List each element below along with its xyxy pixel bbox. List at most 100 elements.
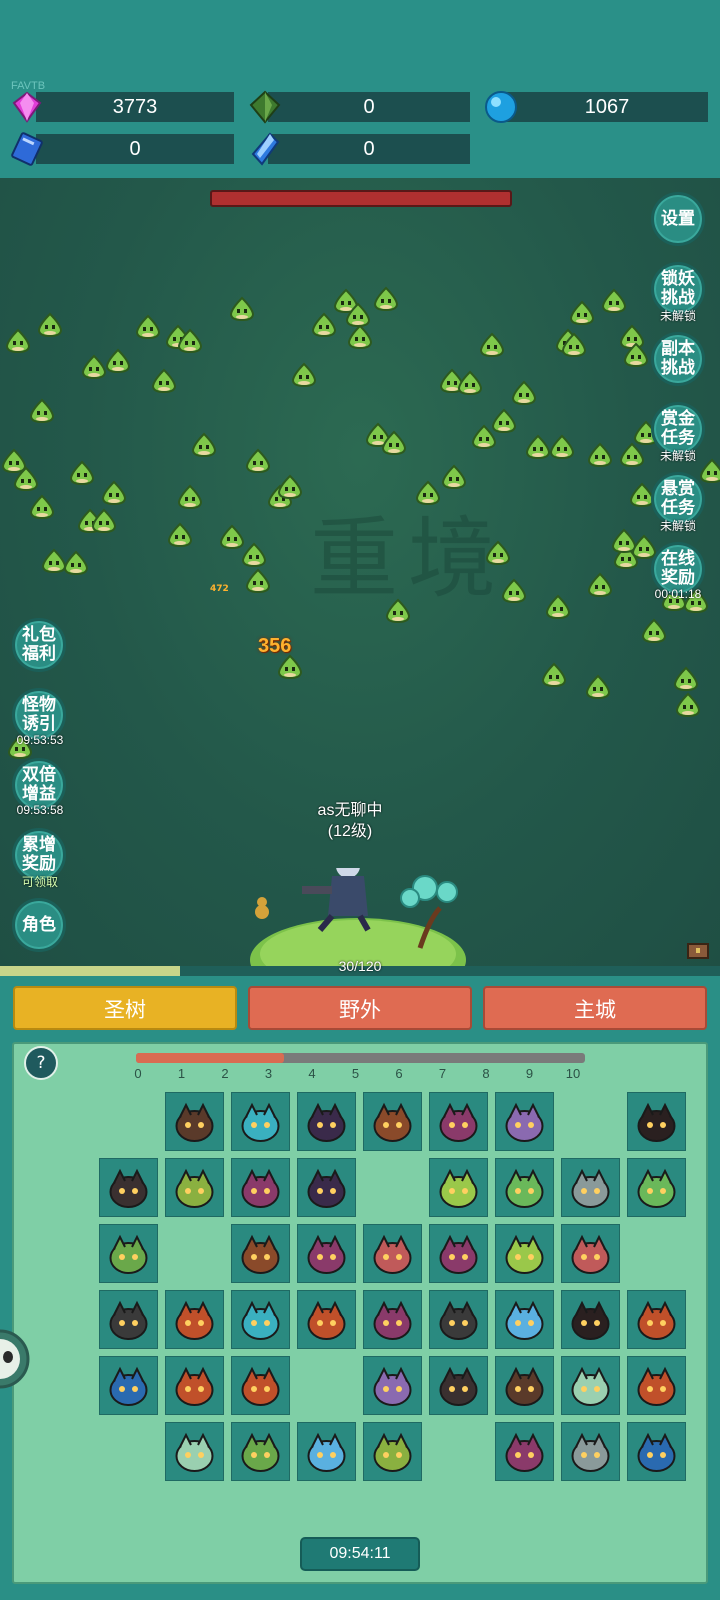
leaf-bug-monster-icon (505, 1234, 544, 1274)
character-button[interactable]: 角色 (12, 898, 66, 952)
monster-slot[interactable] (165, 1158, 224, 1217)
green-slime-enemy (69, 460, 95, 486)
monster-slot[interactable] (429, 1092, 488, 1151)
monster-slot[interactable] (231, 1422, 290, 1481)
horned-blue-monster-icon (241, 1102, 280, 1142)
green-spike-monster-icon (373, 1432, 412, 1472)
monster-slot[interactable] (297, 1158, 356, 1217)
monster-slot[interactable] (363, 1422, 422, 1481)
monster-slot[interactable] (429, 1158, 488, 1217)
green-slime-enemy (585, 674, 611, 700)
monster-slot[interactable] (627, 1158, 686, 1217)
green-crystal-icon (249, 90, 281, 124)
stage-tick: 10 (565, 1066, 581, 1081)
water-drop-monster-icon (505, 1300, 544, 1340)
stage-tick: 0 (134, 1066, 142, 1081)
green-slime-enemy (29, 398, 55, 424)
monster-slot[interactable] (363, 1290, 422, 1349)
fish-monster-icon (109, 1366, 148, 1406)
lava-hood-monster-icon (307, 1300, 346, 1340)
damage-number-small: 472 (210, 584, 229, 594)
monster-slot[interactable] (165, 1422, 224, 1481)
monster-slot[interactable] (99, 1356, 158, 1415)
green-slime-enemy (277, 474, 303, 500)
monster-slot[interactable] (231, 1158, 290, 1217)
dungeon-challenge-button[interactable]: 副本挑战 (651, 332, 705, 386)
monster-slot[interactable] (231, 1356, 290, 1415)
monster-slot[interactable] (429, 1290, 488, 1349)
green-slime-enemy (561, 332, 587, 358)
monster-slot[interactable] (561, 1356, 620, 1415)
jellyfish-monster-icon (571, 1432, 610, 1472)
green-slime-enemy (457, 370, 483, 396)
cumulative-reward-status: 可领取 (21, 875, 58, 889)
monster-slot[interactable] (297, 1422, 356, 1481)
chest-icon[interactable] (686, 938, 710, 962)
monster-slot[interactable] (627, 1290, 686, 1349)
monster-slot[interactable] (495, 1290, 554, 1349)
monster-slot[interactable] (495, 1356, 554, 1415)
stage-progress-fill (136, 1053, 284, 1063)
monster-slot[interactable] (429, 1356, 488, 1415)
dark-witch-monster-icon (439, 1366, 478, 1406)
monster-slot[interactable] (165, 1356, 224, 1415)
panda-avatar-icon[interactable] (0, 1324, 34, 1394)
spiky-purple-monster-icon (439, 1102, 478, 1142)
green-slime-enemy (177, 484, 203, 510)
settings-button[interactable]: 设置 (651, 192, 705, 246)
tab-holy-tree[interactable]: 圣树 (13, 986, 237, 1030)
leaf-bug-monster-icon (439, 1168, 478, 1208)
xp-bar-fill (0, 966, 180, 976)
monster-slot[interactable] (231, 1224, 290, 1283)
monster-lure-timer: 09:53:53 (16, 733, 64, 747)
tab-wild[interactable]: 野外 (248, 986, 472, 1030)
damage-number: 356 (258, 635, 292, 657)
monster-slot[interactable] (627, 1422, 686, 1481)
monster-slot[interactable] (297, 1224, 356, 1283)
monster-slot[interactable] (495, 1158, 554, 1217)
monster-slot[interactable] (363, 1092, 422, 1151)
monster-slot[interactable] (99, 1290, 158, 1349)
monster-slot[interactable] (297, 1290, 356, 1349)
xp-text: 30/120 (338, 958, 382, 974)
crystal-counter: 0 (268, 92, 470, 122)
tab-main-city[interactable]: 主城 (483, 986, 707, 1030)
stage-tick: 9 (525, 1066, 534, 1081)
monster-slot[interactable] (495, 1422, 554, 1481)
monster-slot[interactable] (429, 1224, 488, 1283)
battle-field[interactable]: 重境 472 356 as无聊中 (12级) (0, 178, 720, 968)
monster-slot[interactable] (561, 1290, 620, 1349)
green-slime-enemy (491, 408, 517, 434)
green-slime-enemy (569, 300, 595, 326)
green-slime-enemy (415, 480, 441, 506)
green-slime-enemy (311, 312, 337, 338)
monster-slot[interactable] (165, 1092, 224, 1151)
gift-pack-button[interactable]: 礼包福利 (12, 618, 66, 672)
green-slime-enemy (549, 434, 575, 460)
monster-slot[interactable] (627, 1092, 686, 1151)
panel-timer: 09:54:11 (300, 1537, 420, 1571)
monster-slot[interactable] (495, 1092, 554, 1151)
monster-slot[interactable] (363, 1224, 422, 1283)
book-counter: 0 (36, 134, 234, 164)
green-slime-enemy (441, 464, 467, 490)
monster-slot[interactable] (165, 1290, 224, 1349)
blue-orb-icon (485, 91, 517, 123)
horned-blue-monster-icon (241, 1300, 280, 1340)
blue-book-icon (11, 132, 43, 166)
green-slime-enemy (587, 442, 613, 468)
help-button[interactable]: ? (24, 1046, 58, 1080)
monster-slot[interactable] (99, 1158, 158, 1217)
monster-slot[interactable] (297, 1092, 356, 1151)
monster-slot[interactable] (363, 1356, 422, 1415)
monster-slot[interactable] (231, 1092, 290, 1151)
monster-slot[interactable] (231, 1290, 290, 1349)
monster-slot[interactable] (627, 1356, 686, 1415)
green-slime-enemy (13, 466, 39, 492)
purple-blob-monster-icon (505, 1102, 544, 1142)
monster-slot[interactable] (99, 1224, 158, 1283)
monster-slot[interactable] (561, 1158, 620, 1217)
monster-slot[interactable] (561, 1422, 620, 1481)
monster-slot[interactable] (561, 1224, 620, 1283)
monster-slot[interactable] (495, 1224, 554, 1283)
